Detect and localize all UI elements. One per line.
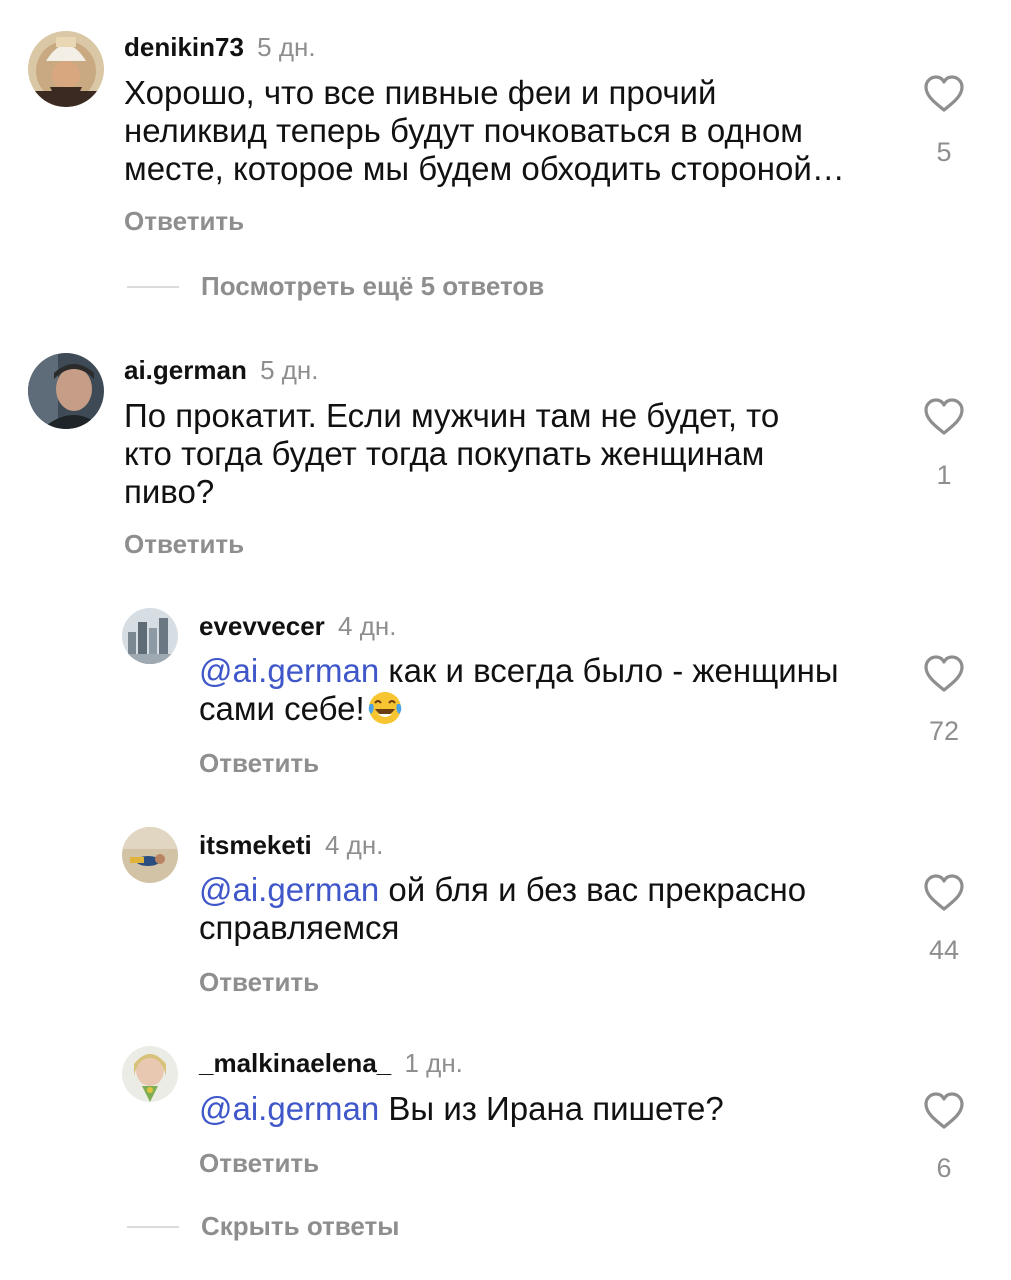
avatar[interactable] [122, 1046, 178, 1102]
divider [127, 286, 179, 288]
comment-line: справляемся [199, 909, 400, 946]
comment-text: @ai.german ой бля и без вас прекрасно сп… [199, 871, 806, 947]
like-count: 44 [928, 935, 960, 965]
comment-meta: denikin73 5 дн. [124, 32, 316, 62]
avatar[interactable] [28, 31, 104, 107]
comment-meta: ai.german 5 дн. [124, 355, 319, 385]
view-more-replies[interactable]: Посмотреть ещё 5 ответов [127, 271, 607, 301]
timestamp: 5 дн. [257, 32, 316, 62]
comment-line: Хорошо, что все пивные феи и прочий [124, 74, 717, 111]
like-count: 1 [936, 460, 952, 490]
username[interactable]: _malkinaelena_ [199, 1048, 391, 1078]
comment-text: Хорошо, что все пивные феи и прочий нели… [124, 74, 845, 188]
comment-text: @ai.german Вы из Ирана пишете? [199, 1090, 724, 1128]
comment-denikin73: denikin73 5 дн. Хорошо, что все пивные ф… [0, 0, 1011, 320]
heart-icon[interactable] [923, 398, 965, 436]
heart-icon[interactable] [923, 1092, 965, 1130]
comment-line-text: ой бля и без вас прекрасно [379, 871, 807, 908]
comment-line: кто тогда будет тогда покупать женщинам [124, 435, 765, 472]
comment-line: сами себе! [199, 690, 839, 728]
reply-button[interactable]: Ответить [124, 206, 244, 236]
reply-button[interactable]: Ответить [199, 1148, 319, 1178]
comment-text: По прокатит. Если мужчин там не будет, т… [124, 397, 779, 511]
mention-link[interactable]: @ai.german [199, 871, 379, 908]
like-count: 5 [936, 137, 952, 167]
comment-line-text: Вы из Ирана пишете? [379, 1090, 724, 1127]
reply-button[interactable]: Ответить [199, 967, 319, 997]
face-with-tears-of-joy-icon [368, 692, 401, 724]
username[interactable]: ai.german [124, 355, 247, 385]
reply-button[interactable]: Ответить [124, 529, 244, 559]
timestamp: 4 дн. [324, 830, 384, 860]
like-count: 72 [928, 716, 960, 746]
comment-line: @ai.german как и всегда было - женщины [199, 652, 839, 690]
comment-ai-german: ai.german 5 дн. По прокатит. Если мужчин… [0, 320, 1011, 580]
heart-icon[interactable] [923, 874, 965, 912]
reply-itsmeketi: itsmeketi 4 дн. @ai.german ой бля и без … [0, 800, 1011, 1020]
comment-line-text: сами себе! [199, 690, 365, 727]
divider [127, 1226, 179, 1228]
comment-meta: itsmeketi 4 дн. [199, 830, 383, 860]
comment-line: @ai.german ой бля и без вас прекрасно [199, 871, 806, 909]
timestamp: 1 дн. [404, 1048, 463, 1078]
username[interactable]: evevvecer [199, 611, 325, 641]
hide-replies-label: Скрыть ответы [201, 1211, 400, 1241]
comment-line: месте, которое мы будем обходить стороно… [124, 150, 845, 187]
hide-replies[interactable]: Скрыть ответы [127, 1211, 467, 1241]
like-count: 6 [936, 1153, 952, 1183]
reply-malkinaelena: _malkinaelena_ 1 дн. @ai.german Вы из Ир… [0, 1020, 1011, 1280]
reply-button[interactable]: Ответить [199, 748, 319, 778]
comment-line: @ai.german Вы из Ирана пишете? [199, 1090, 724, 1128]
mention-link[interactable]: @ai.german [199, 652, 379, 689]
avatar[interactable] [28, 353, 104, 429]
timestamp: 4 дн. [338, 611, 397, 641]
comment-line-text: как и всегда было - женщины [379, 652, 839, 689]
view-more-replies-label: Посмотреть ещё 5 ответов [201, 271, 545, 301]
comment-text: @ai.german как и всегда было - женщины с… [199, 652, 839, 728]
heart-icon[interactable] [923, 75, 965, 113]
comment-line: неликвид теперь будут почковаться в одно… [124, 112, 803, 149]
comment-line: пиво? [124, 473, 215, 510]
mention-link[interactable]: @ai.german [199, 1090, 379, 1127]
heart-icon[interactable] [923, 655, 965, 693]
timestamp: 5 дн. [260, 355, 319, 385]
reply-evevvecer: evevvecer 4 дн. @ai.german как и всегда … [0, 580, 1011, 800]
username[interactable]: denikin73 [124, 32, 244, 62]
comment-meta: _malkinaelena_ 1 дн. [199, 1048, 463, 1078]
comment-meta: evevvecer 4 дн. [199, 611, 396, 641]
comment-line: По прокатит. Если мужчин там не будет, т… [124, 397, 780, 434]
avatar[interactable] [122, 827, 178, 883]
username[interactable]: itsmeketi [199, 830, 312, 860]
avatar[interactable] [122, 608, 178, 664]
